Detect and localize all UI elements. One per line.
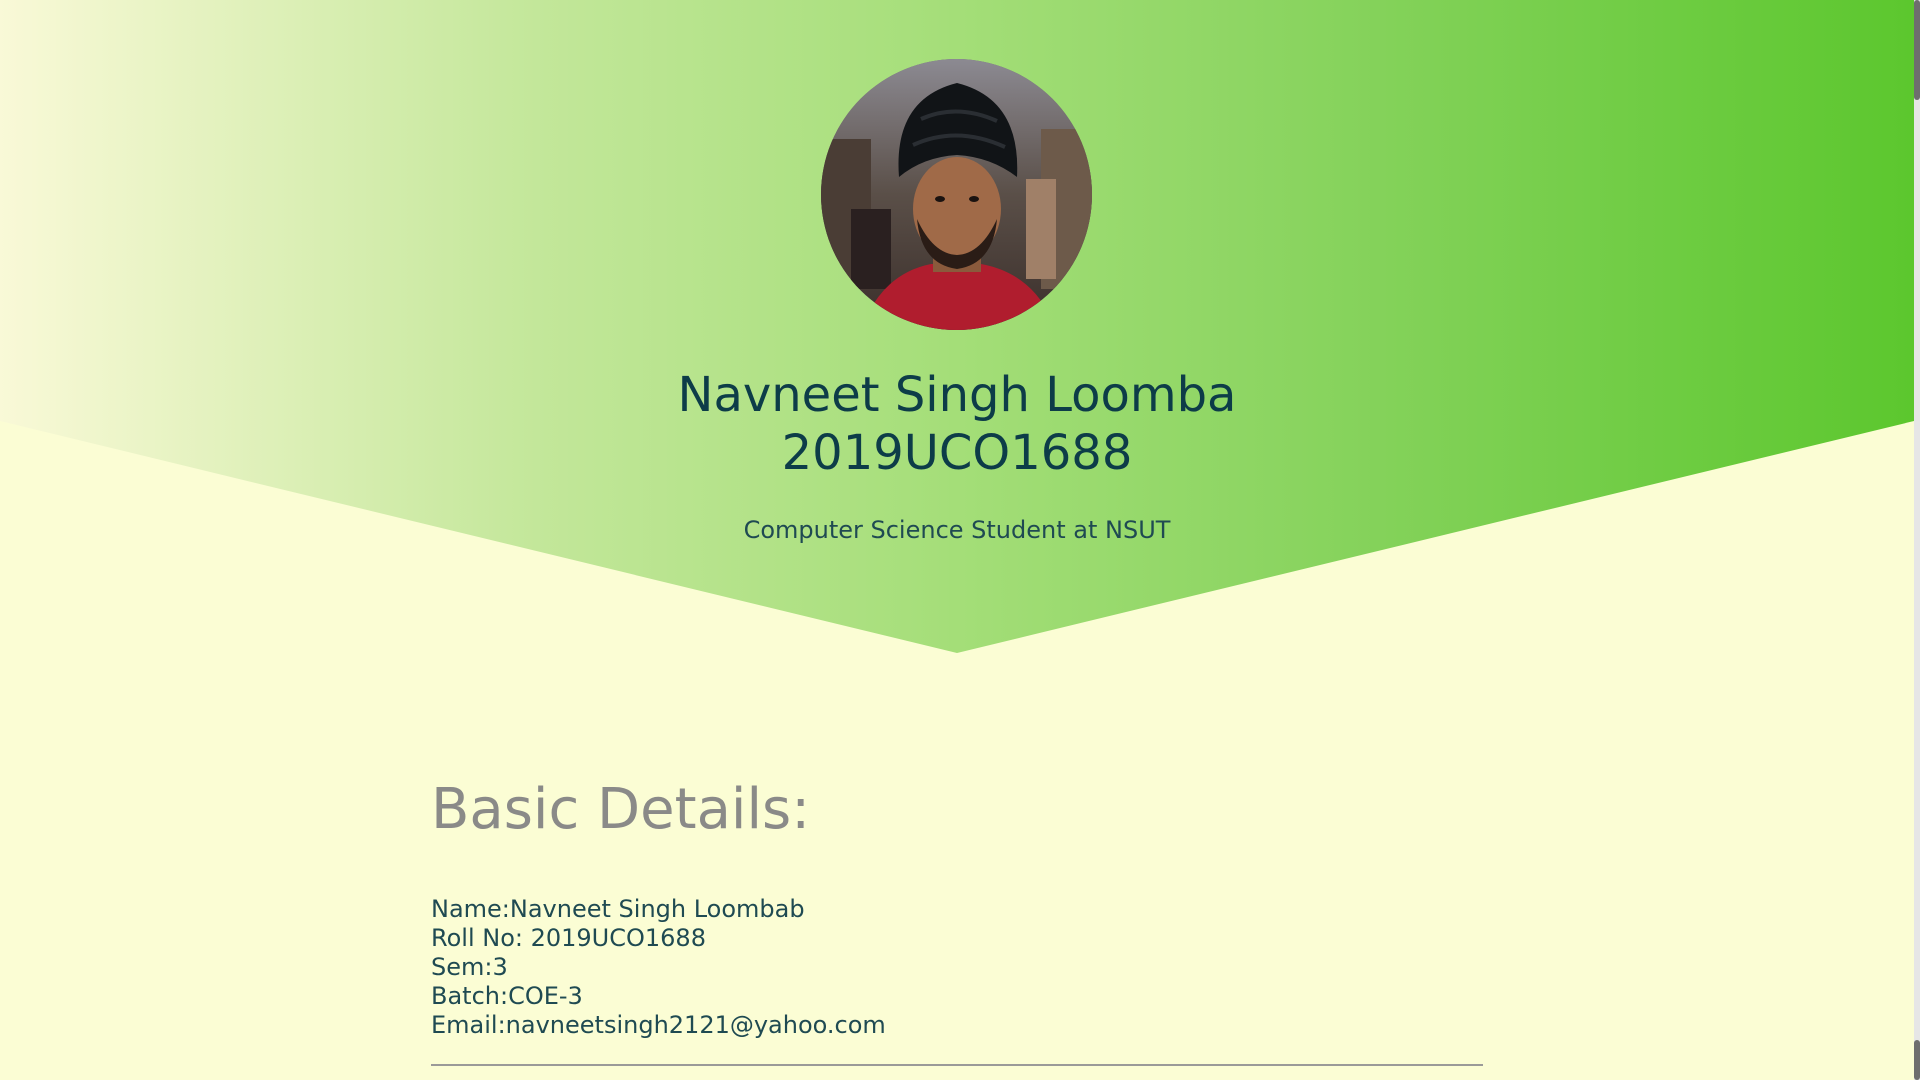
basic-details-list: Name:Navneet Singh Loombab Roll No: 2019… xyxy=(431,895,886,1040)
detail-name: Name:Navneet Singh Loombab xyxy=(431,895,805,923)
section-divider xyxy=(431,1064,1483,1066)
profile-avatar xyxy=(821,59,1092,330)
hero-name: Navneet Singh Loomba xyxy=(677,367,1237,423)
avatar-image xyxy=(821,59,1092,330)
hero-roll-number: 2019UCO1688 xyxy=(781,425,1133,481)
detail-batch: Batch:COE-3 xyxy=(431,982,583,1010)
basic-details-heading: Basic Details: xyxy=(431,777,811,842)
detail-roll-no: Roll No: 2019UCO1688 xyxy=(431,924,706,952)
scrollbar-end-marker xyxy=(1914,1040,1920,1080)
page: Navneet Singh Loomba 2019UCO1688 Compute… xyxy=(0,0,1920,1080)
hero-tagline: Computer Science Student at NSUT xyxy=(743,516,1171,544)
vertical-scrollbar[interactable] xyxy=(1914,0,1920,1080)
hero-name-heading: Navneet Singh Loomba 2019UCO1688 xyxy=(457,366,1457,482)
detail-sem: Sem:3 xyxy=(431,953,508,981)
detail-email: Email:navneetsingh2121@yahoo.com xyxy=(431,1011,886,1039)
scrollbar-thumb[interactable] xyxy=(1914,0,1920,100)
